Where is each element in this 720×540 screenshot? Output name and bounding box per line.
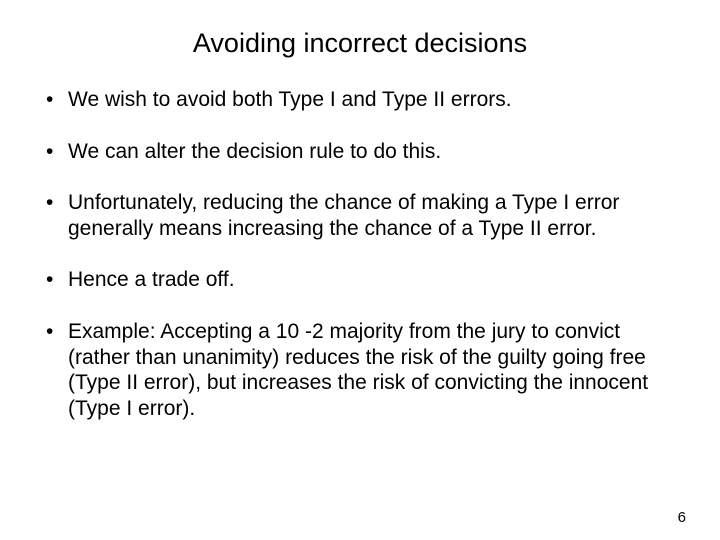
list-item: We can alter the decision rule to do thi… [40, 139, 680, 165]
list-item: Unfortunately, reducing the chance of ma… [40, 190, 680, 241]
list-item: Example: Accepting a 10 -2 majority from… [40, 319, 680, 421]
list-item: Hence a trade off. [40, 267, 680, 293]
slide-title: Avoiding incorrect decisions [40, 28, 680, 59]
bullet-list: We wish to avoid both Type I and Type II… [40, 87, 680, 421]
list-item: We wish to avoid both Type I and Type II… [40, 87, 680, 113]
page-number: 6 [678, 509, 686, 526]
